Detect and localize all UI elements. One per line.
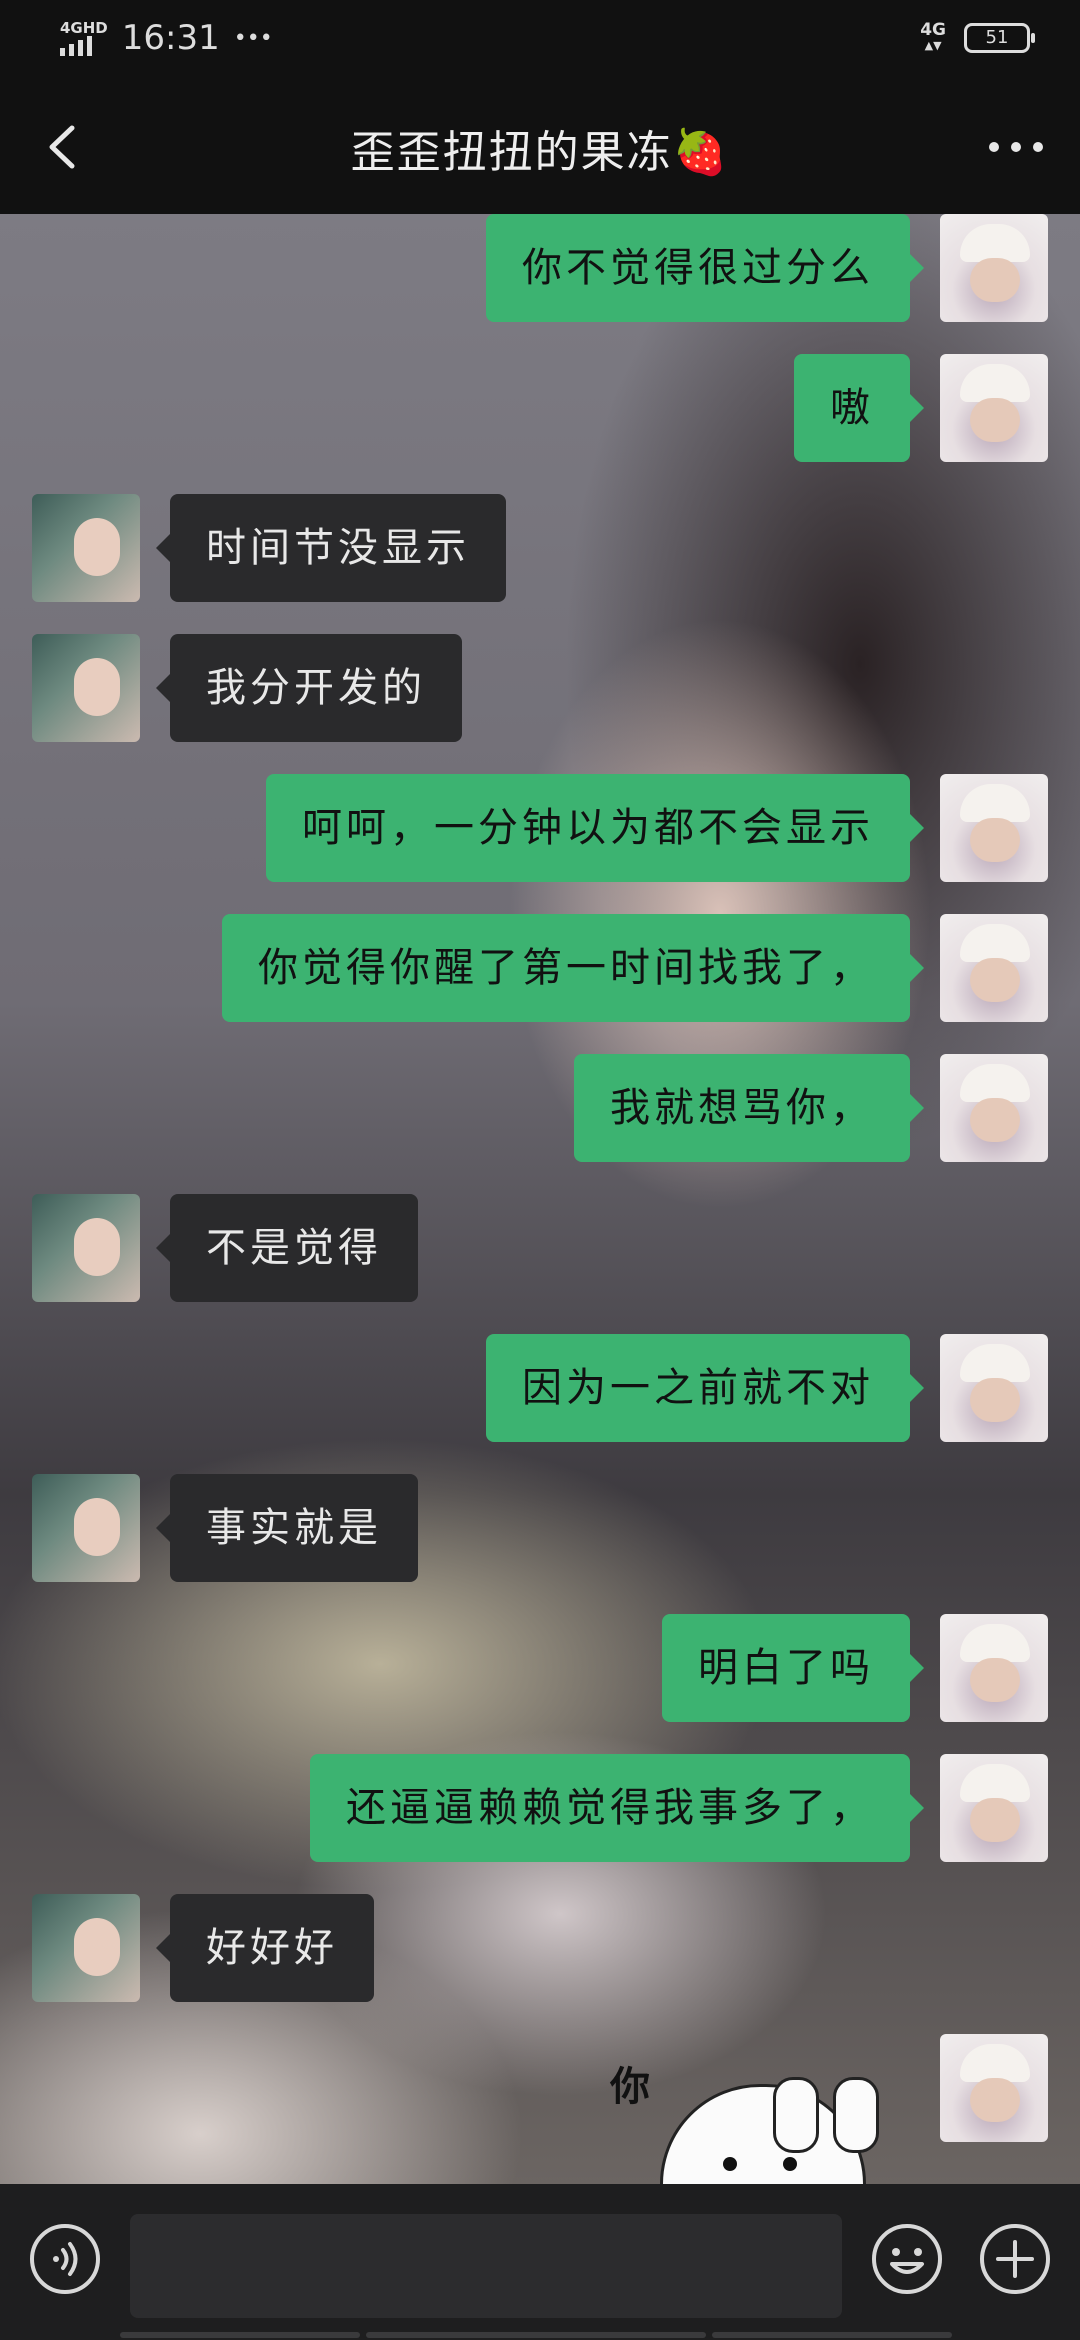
avatar[interactable] xyxy=(32,1474,140,1582)
chat-header: 歪歪扭扭的果冻🍓 xyxy=(0,80,1080,214)
navigation-hint xyxy=(0,2332,1080,2340)
network-right: 4G ▲▼ xyxy=(920,20,946,53)
avatar[interactable] xyxy=(940,1614,1048,1722)
message-row xyxy=(0,2034,1080,2142)
chat-message-list[interactable]: 你不觉得很过分么 嗷 时间节没显示 我分开发的 呵呵，一分钟以为都不会显示 你觉… xyxy=(0,214,1080,2184)
status-dots: ••• xyxy=(233,25,273,51)
sticker-text: 你 xyxy=(610,2064,650,2110)
input-bar xyxy=(0,2184,1080,2340)
message-bubble-sent[interactable]: 嗷 xyxy=(794,354,924,462)
signal-bars-icon xyxy=(60,35,92,56)
avatar[interactable] xyxy=(940,1054,1048,1162)
message-row: 我就想骂你， xyxy=(0,1054,1080,1162)
sticker-message[interactable]: 你 xyxy=(610,2054,890,2184)
message-row: 明白了吗 xyxy=(0,1614,1080,1722)
message-bubble-sent[interactable]: 你觉得你醒了第一时间找我了， xyxy=(222,914,924,1022)
avatar[interactable] xyxy=(940,774,1048,882)
message-bubble-sent[interactable]: 还逼逼赖赖觉得我事多了， xyxy=(310,1754,924,1862)
avatar[interactable] xyxy=(940,354,1048,462)
chat-title: 歪歪扭扭的果冻🍓 xyxy=(350,127,730,178)
bunny-sticker-icon xyxy=(660,2077,879,2184)
message-row: 因为一之前就不对 xyxy=(0,1334,1080,1442)
more-dots-icon[interactable] xyxy=(986,132,1046,162)
status-left: 4GHD 16:31 ••• xyxy=(60,18,273,58)
avatar[interactable] xyxy=(940,1334,1048,1442)
message-bubble-sent[interactable]: 我就想骂你， xyxy=(574,1054,924,1162)
emoji-icon[interactable] xyxy=(870,2222,944,2296)
message-row: 你觉得你醒了第一时间找我了， xyxy=(0,914,1080,1022)
chevron-left-icon[interactable] xyxy=(40,122,90,172)
avatar[interactable] xyxy=(32,1894,140,2002)
message-bubble-received[interactable]: 事实就是 xyxy=(156,1474,418,1582)
signal-indicator: 4GHD xyxy=(60,18,108,56)
message-row: 我分开发的 xyxy=(0,634,1080,742)
message-input[interactable] xyxy=(130,2214,842,2318)
network-type: 4GHD xyxy=(60,18,108,37)
status-right: 4G ▲▼ 51 xyxy=(920,20,1035,54)
message-row: 不是觉得 xyxy=(0,1194,1080,1302)
battery-icon: 51 xyxy=(964,23,1035,53)
status-bar: 4GHD 16:31 ••• 4G ▲▼ 51 xyxy=(0,0,1080,80)
avatar[interactable] xyxy=(940,2034,1048,2142)
voice-icon[interactable] xyxy=(28,2222,102,2296)
avatar[interactable] xyxy=(32,1194,140,1302)
message-bubble-sent[interactable]: 因为一之前就不对 xyxy=(486,1334,924,1442)
message-bubble-received[interactable]: 我分开发的 xyxy=(156,634,462,742)
message-row: 好好好 xyxy=(0,1894,1080,2002)
message-bubble-received[interactable]: 不是觉得 xyxy=(156,1194,418,1302)
message-row: 你不觉得很过分么 xyxy=(0,214,1080,322)
message-bubble-sent[interactable]: 明白了吗 xyxy=(662,1614,924,1722)
avatar[interactable] xyxy=(32,634,140,742)
message-row: 还逼逼赖赖觉得我事多了， xyxy=(0,1754,1080,1862)
message-row: 呵呵，一分钟以为都不会显示 xyxy=(0,774,1080,882)
message-row: 事实就是 xyxy=(0,1474,1080,1582)
status-time: 16:31 xyxy=(121,18,220,58)
message-row: 嗷 xyxy=(0,354,1080,462)
message-bubble-received[interactable]: 好好好 xyxy=(156,1894,374,2002)
message-bubble-sent[interactable]: 你不觉得很过分么 xyxy=(486,214,924,322)
message-row: 时间节没显示 xyxy=(0,494,1080,602)
avatar[interactable] xyxy=(32,494,140,602)
avatar[interactable] xyxy=(940,214,1048,322)
message-bubble-received[interactable]: 时间节没显示 xyxy=(156,494,506,602)
avatar[interactable] xyxy=(940,914,1048,1022)
plus-icon[interactable] xyxy=(978,2222,1052,2296)
avatar[interactable] xyxy=(940,1754,1048,1862)
message-bubble-sent[interactable]: 呵呵，一分钟以为都不会显示 xyxy=(266,774,924,882)
